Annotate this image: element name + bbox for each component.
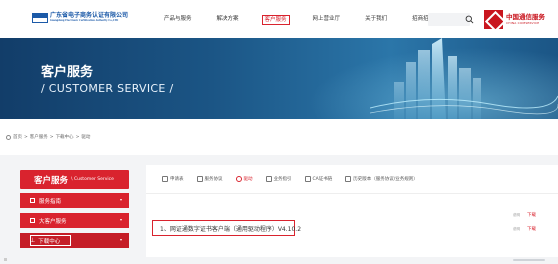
category-tabs: 申请表 服务协议 驱动 业务指引 CA证书链 历史版本（服务协议/业务规则） <box>162 176 431 182</box>
tab-label: 历史版本（服务协议/业务规则） <box>353 177 418 182</box>
logo-name: 广东省电子商务认证有限公司 <box>50 12 129 20</box>
gdca-logo[interactable]: 广东省电子商务认证有限公司 Guangdong Electronic Certi… <box>32 13 128 23</box>
breadcrumb-current: 驱动 <box>81 135 91 140</box>
sidebar-title-en: \ Customer Service <box>71 177 114 182</box>
logo-subtitle: Guangdong Electronic Certification Autho… <box>50 19 119 23</box>
download-item-title: 1、网证通数字证书客户端（通用驱动程序）V4.10.2 <box>160 225 302 233</box>
tab-business-guide[interactable]: 业务指引 <box>265 176 292 182</box>
sidebar-item-label: 大客户服务 <box>39 218 67 225</box>
breadcrumb-download-center[interactable]: 下载中心 <box>56 134 74 140</box>
breadcrumb-home[interactable]: 首页 <box>13 134 22 140</box>
tab-application-form[interactable]: 申请表 <box>162 176 184 182</box>
divider <box>146 193 558 194</box>
item-note: 说明 <box>513 213 520 217</box>
nav-solutions[interactable]: 解决方案 <box>215 15 241 25</box>
sidebar-item-download-center[interactable]: ⊥ 下载中心 <box>20 233 129 248</box>
tab-ca-chain[interactable]: CA证书链 <box>304 176 333 182</box>
tab-label: 驱动 <box>243 177 253 182</box>
tab-service-agreement[interactable]: 服务协议 <box>196 176 223 182</box>
vip-icon <box>30 218 35 223</box>
nav-products[interactable]: 产品与服务 <box>162 15 194 25</box>
main-nav: 产品与服务 解决方案 客户服务 网上营业厅 关于我们 招商招士 <box>162 15 457 25</box>
banner-subtitle: / CUSTOMER SERVICE / <box>41 82 174 95</box>
gdca-logo-icon <box>32 13 48 23</box>
search-button[interactable] <box>462 13 476 26</box>
guide-icon <box>30 198 35 203</box>
breadcrumb-separator: > <box>75 134 80 140</box>
certificate-icon <box>304 176 311 182</box>
breadcrumb-separator: > <box>24 134 28 140</box>
scroll-indicator-left <box>4 258 7 261</box>
search-icon <box>465 15 473 24</box>
tab-label: 申请表 <box>170 177 184 182</box>
driver-icon <box>235 176 242 182</box>
tab-label: 业务指引 <box>273 177 292 182</box>
banner-title: 客户服务 <box>41 65 94 80</box>
city-skyline-illustration <box>370 38 558 119</box>
sidebar-menu: 服务指南 大客户服务 ⊥ 下载中心 <box>20 193 129 253</box>
sidebar-item-service-guide[interactable]: 服务指南 <box>20 193 129 208</box>
partner-english: CHINA COMSERVICE <box>506 20 540 25</box>
breadcrumb-customer-service[interactable]: 客户服务 <box>30 134 48 140</box>
nav-about[interactable]: 关于我们 <box>363 15 389 25</box>
tab-driver[interactable]: 驱动 <box>235 176 253 182</box>
sidebar-title: 客户服务 \ Customer Service <box>20 170 129 189</box>
chevron-down-icon <box>120 239 122 241</box>
main-panel: 申请表 服务协议 驱动 业务指引 CA证书链 历史版本（服务协议/业务规则） 1… <box>146 165 558 257</box>
download-link[interactable]: 下载 <box>527 226 536 232</box>
item-note: 说明 <box>513 227 520 231</box>
chevron-down-icon <box>120 199 122 201</box>
page-banner: 客户服务 / CUSTOMER SERVICE / <box>0 38 558 119</box>
active-outline <box>30 235 71 246</box>
top-header: 广东省电子商务认证有限公司 Guangdong Electronic Certi… <box>0 0 558 38</box>
sidebar-item-label: 服务指南 <box>39 198 62 205</box>
breadcrumb: 首页 > 客户服务 > 下载中心 > 驱动 <box>6 134 90 140</box>
tab-label: CA证书链 <box>312 177 333 182</box>
form-icon <box>162 176 168 182</box>
agreement-icon <box>196 176 203 182</box>
tab-label: 服务协议 <box>204 177 223 182</box>
breadcrumb-separator: > <box>49 134 54 140</box>
home-icon[interactable] <box>6 134 11 140</box>
chevron-down-icon <box>120 219 122 221</box>
cloud-icon <box>265 176 272 182</box>
history-icon <box>345 176 352 182</box>
nav-customer-service[interactable]: 客户服务 <box>261 15 290 25</box>
china-comservice-logo[interactable]: 中国通信服务 CHINA COMSERVICE <box>484 10 545 29</box>
nav-online-hall[interactable]: 网上营业厅 <box>311 15 343 25</box>
download-link[interactable]: 下载 <box>527 212 536 218</box>
download-item-row[interactable]: 1、网证通数字证书客户端（通用驱动程序）V4.10.2 <box>152 220 301 236</box>
horizontal-scrollbar[interactable] <box>513 259 545 261</box>
china-comservice-icon <box>484 10 503 29</box>
sidebar-title-text: 客户服务 <box>34 175 69 186</box>
sidebar-item-vip-service[interactable]: 大客户服务 <box>20 213 129 228</box>
tab-history-versions[interactable]: 历史版本（服务协议/业务规则） <box>345 176 418 182</box>
